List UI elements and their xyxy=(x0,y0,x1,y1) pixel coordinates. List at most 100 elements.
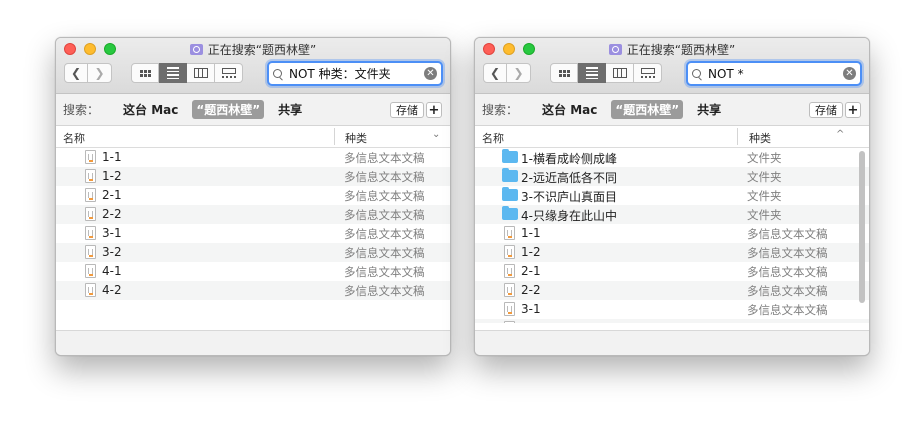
search-scope-bar: 搜索： 这台 Mac “题西林壁” 共享 存储 + xyxy=(56,94,450,126)
list-item[interactable]: 3-2 多信息文本文稿 xyxy=(475,319,869,323)
document-icon xyxy=(504,283,515,297)
column-divider[interactable] xyxy=(334,128,335,145)
icon-view-button[interactable] xyxy=(550,63,578,83)
clear-search-icon[interactable]: ✕ xyxy=(424,67,437,80)
item-name: 4-1 xyxy=(102,264,122,278)
status-bar xyxy=(56,331,450,355)
column-view-button[interactable] xyxy=(187,63,215,83)
folder-icon xyxy=(502,187,518,201)
scope-shared[interactable]: 共享 xyxy=(693,100,725,119)
window-title-text: 正在搜索“题西林壁” xyxy=(207,43,317,57)
document-icon xyxy=(85,169,96,183)
document-icon xyxy=(85,264,96,278)
list-item[interactable]: 3-1 多信息文本文稿 xyxy=(56,224,450,243)
item-kind: 多信息文本文稿 xyxy=(344,170,425,184)
search-field[interactable]: NOT * ✕ xyxy=(686,61,862,86)
search-field[interactable]: NOT 种类：文件夹 ✕ xyxy=(267,61,443,86)
item-name: 1-2 xyxy=(521,245,541,259)
scope-this-mac[interactable]: 这台 Mac xyxy=(538,100,601,119)
forward-button[interactable]: ❯ xyxy=(88,63,112,83)
item-kind: 多信息文本文稿 xyxy=(344,284,425,298)
list-item[interactable]: 2-1 多信息文本文稿 xyxy=(56,186,450,205)
toolbar: 正在搜索“题西林壁” ❮ ❯ NOT * ✕ xyxy=(475,38,869,94)
search-input-text[interactable]: NOT 种类：文件夹 xyxy=(289,65,424,82)
list-item[interactable]: 3-不识庐山真面目 文件夹 xyxy=(475,186,869,205)
item-kind: 多信息文本文稿 xyxy=(344,189,425,203)
forward-button[interactable]: ❯ xyxy=(507,63,531,83)
item-name: 3-1 xyxy=(521,302,541,316)
chevron-left-icon: ❮ xyxy=(70,66,82,80)
list-item[interactable]: 2-远近高低各不同 文件夹 xyxy=(475,167,869,186)
gallery-icon xyxy=(640,68,655,78)
column-header-name[interactable]: 名称 xyxy=(63,130,85,146)
sort-chevron-icon: ⌄ xyxy=(432,129,441,140)
column-view-button[interactable] xyxy=(606,63,634,83)
list-item[interactable]: 2-1 多信息文本文稿 xyxy=(475,262,869,281)
document-icon xyxy=(504,226,515,240)
item-name: 3-1 xyxy=(102,226,122,240)
view-mode-buttons xyxy=(131,63,243,83)
window-title: 正在搜索“题西林壁” xyxy=(56,41,450,58)
list-item[interactable]: 2-2 多信息文本文稿 xyxy=(56,205,450,224)
scope-current-folder[interactable]: “题西林壁” xyxy=(611,100,684,119)
add-criteria-button[interactable]: + xyxy=(845,102,861,118)
scope-shared[interactable]: 共享 xyxy=(274,100,306,119)
chevron-right-icon: ❯ xyxy=(94,66,105,80)
list-item[interactable]: 2-2 多信息文本文稿 xyxy=(475,281,869,300)
finder-window-left: 正在搜索“题西林壁” ❮ ❯ NOT 种类：文件夹 ✕ 搜索： 这台 Mac “… xyxy=(55,37,451,356)
list-item[interactable]: 3-2 多信息文本文稿 xyxy=(56,243,450,262)
list-item[interactable]: 1-1 多信息文本文稿 xyxy=(475,224,869,243)
list-item[interactable]: 3-1 多信息文本文稿 xyxy=(475,300,869,319)
search-icon xyxy=(692,68,702,79)
column-divider[interactable] xyxy=(737,128,738,145)
search-icon xyxy=(273,68,283,79)
list-item[interactable]: 4-2 多信息文本文稿 xyxy=(56,281,450,300)
list-item[interactable]: 1-横看成岭侧成峰 文件夹 xyxy=(475,148,869,167)
clear-search-icon[interactable]: ✕ xyxy=(843,67,856,80)
column-header-name[interactable]: 名称 xyxy=(482,130,504,146)
list-item[interactable]: 4-只缘身在此山中 文件夹 xyxy=(475,205,869,224)
save-search-button[interactable]: 存储 xyxy=(809,102,843,118)
scope-this-mac[interactable]: 这台 Mac xyxy=(119,100,182,119)
list-icon xyxy=(585,67,598,79)
document-icon xyxy=(85,245,96,259)
scope-current-folder[interactable]: “题西林壁” xyxy=(192,100,265,119)
toolbar: 正在搜索“题西林壁” ❮ ❯ NOT 种类：文件夹 ✕ xyxy=(56,38,450,94)
search-scope-bar: 搜索： 这台 Mac “题西林壁” 共享 存储 + xyxy=(475,94,869,126)
gallery-view-button[interactable] xyxy=(634,63,662,83)
save-search-button[interactable]: 存储 xyxy=(390,102,424,118)
item-kind: 多信息文本文稿 xyxy=(747,284,828,298)
item-name: 1-2 xyxy=(102,169,122,183)
list-item[interactable]: 1-2 多信息文本文稿 xyxy=(475,243,869,262)
view-mode-buttons xyxy=(550,63,662,83)
back-button[interactable]: ❮ xyxy=(64,63,88,83)
item-kind: 文件夹 xyxy=(747,208,782,222)
item-name: 4-2 xyxy=(102,283,122,297)
list-item[interactable]: 1-1 多信息文本文稿 xyxy=(56,148,450,167)
columns-icon xyxy=(193,68,208,78)
back-button[interactable]: ❮ xyxy=(483,63,507,83)
icon-view-button[interactable] xyxy=(131,63,159,83)
list-item[interactable]: 4-1 多信息文本文稿 xyxy=(56,262,450,281)
column-header-kind[interactable]: 种类 xyxy=(345,130,367,146)
item-kind: 多信息文本文稿 xyxy=(747,227,828,241)
list-item[interactable]: 1-2 多信息文本文稿 xyxy=(56,167,450,186)
navigation-buttons: ❮ ❯ xyxy=(64,63,112,83)
search-input-text[interactable]: NOT * xyxy=(708,67,843,81)
item-kind: 多信息文本文稿 xyxy=(747,303,828,317)
chevron-left-icon: ❮ xyxy=(489,66,501,80)
document-icon xyxy=(504,245,515,259)
vertical-scrollbar[interactable] xyxy=(859,151,865,303)
item-kind: 多信息文本文稿 xyxy=(747,246,828,260)
item-kind: 多信息文本文稿 xyxy=(344,227,425,241)
list-view-button[interactable] xyxy=(159,63,187,83)
list-header: 名称 种类 ⌄ xyxy=(56,126,450,148)
column-header-kind[interactable]: 种类 xyxy=(749,130,771,146)
window-title-text: 正在搜索“题西林壁” xyxy=(626,43,736,57)
add-criteria-button[interactable]: + xyxy=(426,102,442,118)
list-view-button[interactable] xyxy=(578,63,606,83)
item-name: 1-1 xyxy=(102,150,122,164)
icon-grid-icon xyxy=(558,69,570,77)
item-name: 2-2 xyxy=(102,207,122,221)
gallery-view-button[interactable] xyxy=(215,63,243,83)
